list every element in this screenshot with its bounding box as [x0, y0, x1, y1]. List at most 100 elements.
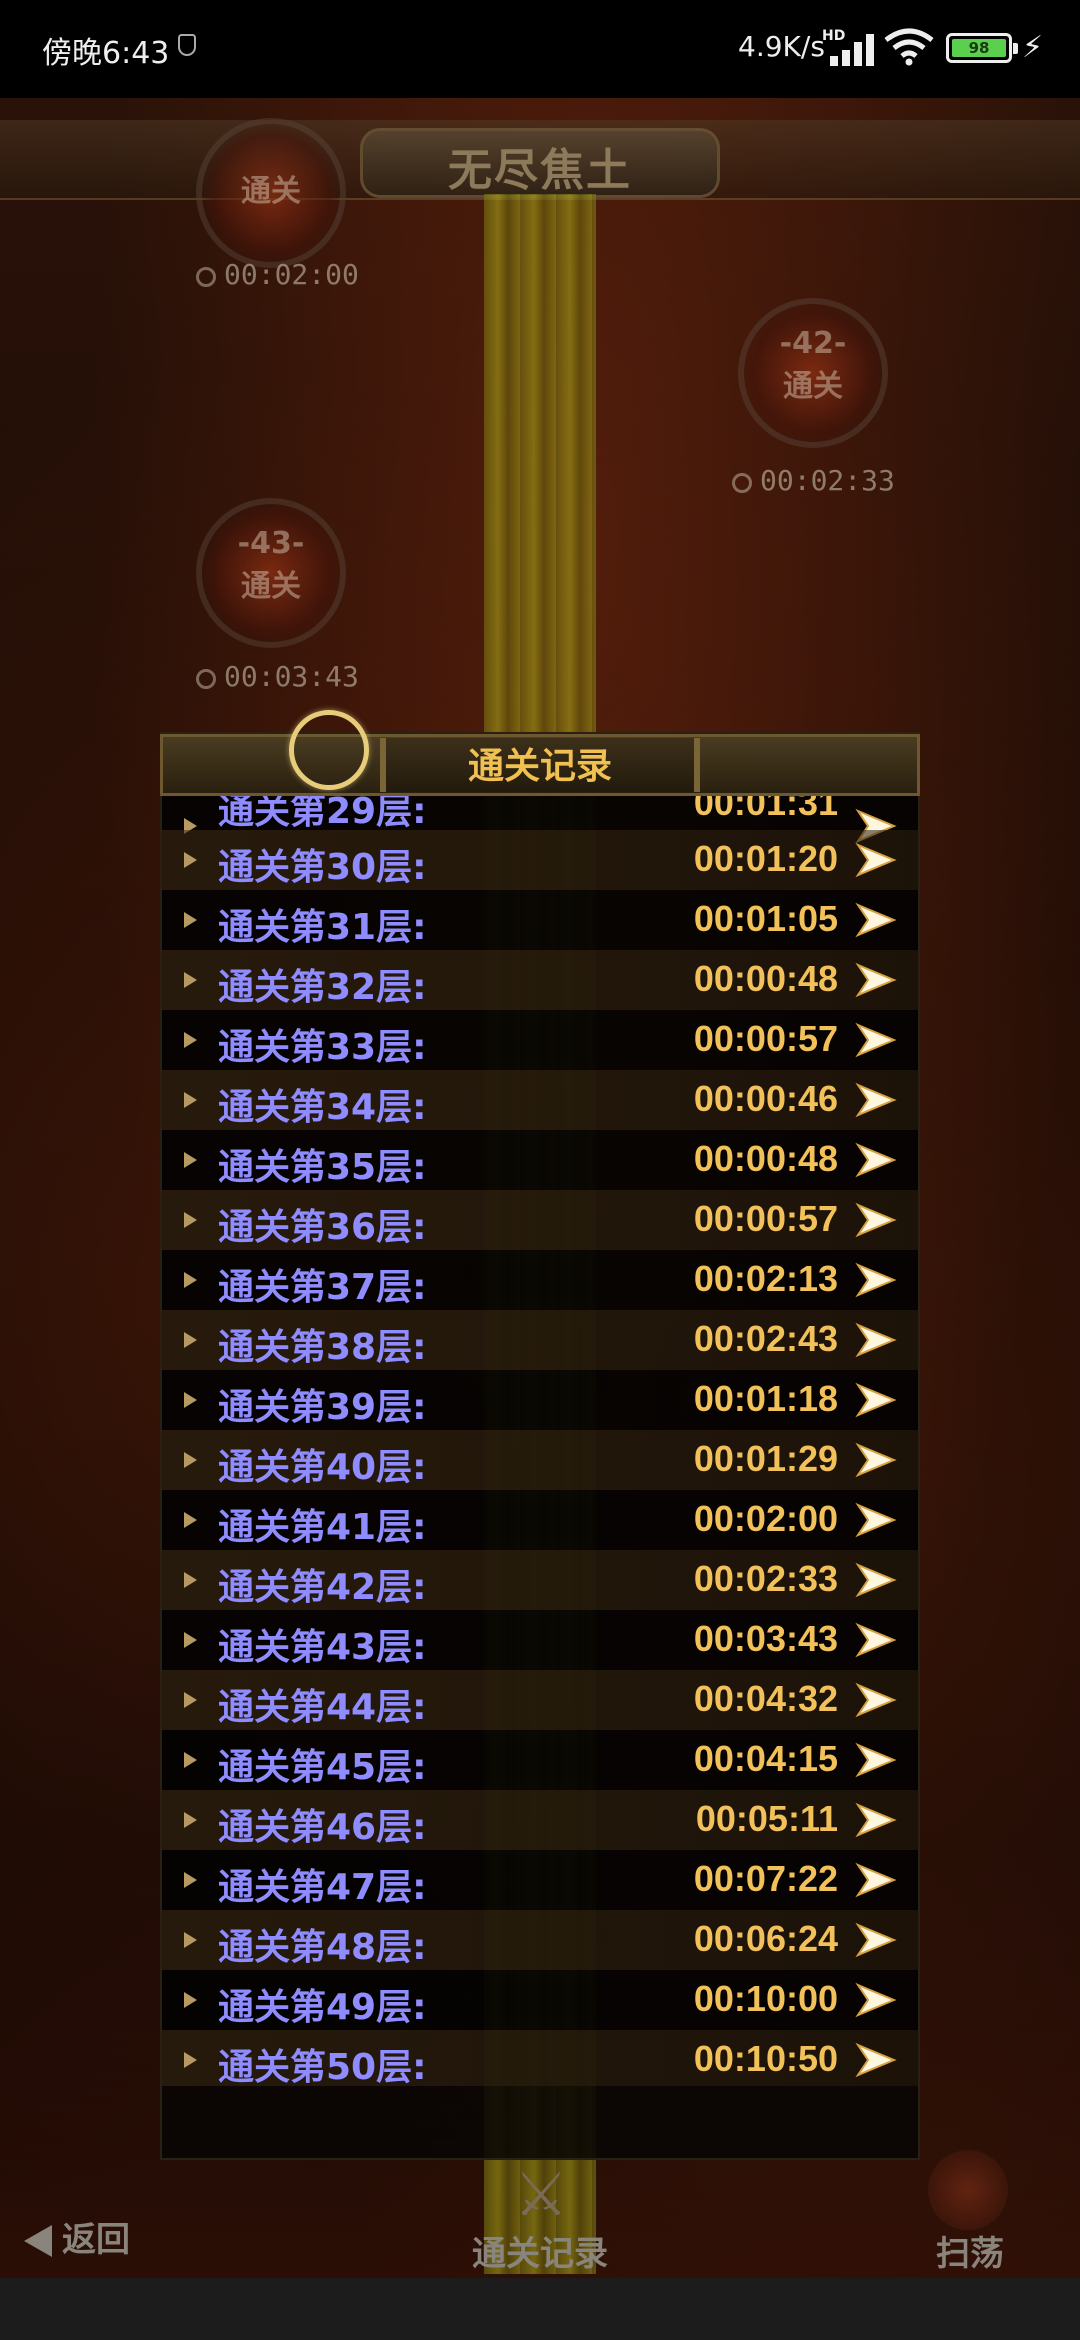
- bullet-icon: [184, 852, 197, 868]
- clear-time: 00:02:00: [693, 1498, 838, 1539]
- record-row[interactable]: 通关第48层: 00:06:24: [162, 1910, 918, 1970]
- go-arrow-icon[interactable]: [854, 1621, 898, 1659]
- record-row[interactable]: 通关第36层: 00:00:57: [162, 1190, 918, 1250]
- bullet-icon: [184, 1932, 197, 1948]
- floor-label: 通关第37层:: [218, 1267, 427, 1308]
- go-arrow-icon[interactable]: [854, 1261, 898, 1299]
- record-row[interactable]: 通关第44层: 00:04:32: [162, 1670, 918, 1730]
- go-arrow-icon[interactable]: [854, 1861, 898, 1899]
- seal-timer: 00:02:33: [732, 464, 895, 504]
- dungeon-title: 无尽焦土: [448, 145, 632, 196]
- record-row[interactable]: 通关第38层: 00:02:43: [162, 1310, 918, 1370]
- floor-label: 通关第38层:: [218, 1327, 427, 1368]
- back-button[interactable]: 返回: [24, 2212, 130, 2266]
- floor-label: 通关第32层:: [218, 967, 427, 1008]
- record-row[interactable]: 通关第31层: 00:01:05: [162, 890, 918, 950]
- go-arrow-icon[interactable]: [854, 1741, 898, 1779]
- battery-level: 98: [952, 39, 1006, 57]
- floor-label: 通关第41层:: [218, 1507, 427, 1548]
- floor-label: 通关第39层:: [218, 1387, 427, 1428]
- clear-time: 00:04:32: [693, 1678, 838, 1719]
- bullet-icon: [184, 1512, 197, 1528]
- records-list[interactable]: 通关第29层: 00:01:31 通关第30层: 00:01:20 通关第31层: 00:…: [162, 796, 918, 2086]
- record-row[interactable]: 通关第29层: 00:01:31: [162, 796, 918, 844]
- signal-icon: [822, 30, 876, 66]
- clear-time: 00:01:20: [693, 838, 838, 879]
- bullet-icon: [184, 1212, 197, 1228]
- seal-label: 通关: [241, 174, 301, 209]
- go-arrow-icon[interactable]: [854, 1141, 898, 1179]
- bullet-icon: [184, 1992, 197, 2008]
- sweep-button[interactable]: 扫荡: [900, 2150, 1040, 2274]
- go-arrow-icon[interactable]: [854, 1201, 898, 1239]
- floor-label: 通关第33层:: [218, 1027, 427, 1068]
- shield-icon: [178, 34, 196, 56]
- status-bar: 傍晚6:43 4.9K/s HD 98 ⚡: [0, 0, 1080, 98]
- record-row[interactable]: 通关第45层: 00:04:15: [162, 1730, 918, 1790]
- bullet-icon: [184, 1692, 197, 1708]
- floor-label: 通关第42层:: [218, 1567, 427, 1608]
- record-row[interactable]: 通关第39层: 00:01:18: [162, 1370, 918, 1430]
- go-arrow-icon[interactable]: [854, 841, 898, 879]
- record-row[interactable]: 通关第43层: 00:03:43: [162, 1610, 918, 1670]
- record-row[interactable]: 通关第41层: 00:02:00: [162, 1490, 918, 1550]
- go-arrow-icon[interactable]: [854, 1981, 898, 2019]
- floor-label: 通关第50层:: [218, 2047, 427, 2086]
- record-row[interactable]: 通关第42层: 00:02:33: [162, 1550, 918, 1610]
- floor-label: 通关第48层:: [218, 1927, 427, 1968]
- go-arrow-icon[interactable]: [854, 1081, 898, 1119]
- record-row[interactable]: 通关第34层: 00:00:46: [162, 1070, 918, 1130]
- go-arrow-icon[interactable]: [854, 2041, 898, 2079]
- go-arrow-icon[interactable]: [854, 901, 898, 939]
- seal-timer: 00:03:43: [196, 660, 359, 700]
- bullet-icon: [184, 2052, 197, 2068]
- panel-title: 通关记录: [467, 746, 612, 787]
- go-arrow-icon[interactable]: [854, 1381, 898, 1419]
- bullet-icon: [184, 972, 197, 988]
- bullet-icon: [184, 1152, 197, 1168]
- go-arrow-icon[interactable]: [854, 1021, 898, 1059]
- clear-time: 00:00:57: [693, 1198, 838, 1239]
- go-arrow-icon[interactable]: [854, 1681, 898, 1719]
- go-arrow-icon[interactable]: [854, 1801, 898, 1839]
- record-row[interactable]: 通关第35层: 00:00:48: [162, 1130, 918, 1190]
- clear-time: 00:05:11: [695, 1798, 838, 1839]
- records-tab-label: 通关记录: [472, 2234, 608, 2274]
- go-arrow-icon[interactable]: [854, 1441, 898, 1479]
- record-row[interactable]: 通关第46层: 00:05:11: [162, 1790, 918, 1850]
- record-row[interactable]: 通关第47层: 00:07:22: [162, 1850, 918, 1910]
- clock-icon: [732, 473, 752, 493]
- go-arrow-icon[interactable]: [854, 1501, 898, 1539]
- bullet-icon: [184, 1812, 197, 1828]
- records-tab-button[interactable]: ⚔ 通关记录: [440, 2150, 640, 2274]
- bullet-icon: [184, 1332, 197, 1348]
- battery-icon: 98: [946, 33, 1018, 63]
- record-row[interactable]: 通关第33层: 00:00:57: [162, 1010, 918, 1070]
- bullet-icon: [184, 1752, 197, 1768]
- clear-time: 00:07:22: [693, 1858, 838, 1899]
- status-time: 傍晚6:43: [42, 36, 170, 71]
- sweep-label: 扫荡: [936, 2234, 1004, 2274]
- clock-icon: [196, 267, 216, 287]
- floor-label: 通关第30层:: [218, 847, 427, 888]
- seal-timer-value: 00:03:43: [224, 660, 359, 693]
- clear-time: 00:01:05: [693, 898, 838, 939]
- go-arrow-icon[interactable]: [854, 1561, 898, 1599]
- seal-timer: 00:02:00: [196, 258, 359, 298]
- clear-time: 00:10:00: [693, 1978, 838, 2019]
- record-row[interactable]: 通关第49层: 00:10:00: [162, 1970, 918, 2030]
- go-arrow-icon[interactable]: [854, 1321, 898, 1359]
- record-row[interactable]: 通关第50层: 00:10:50: [162, 2030, 918, 2086]
- back-arrow-icon: [24, 2225, 52, 2257]
- bullet-icon: [184, 1092, 197, 1108]
- charging-icon: ⚡: [1022, 30, 1044, 65]
- record-row[interactable]: 通关第30层: 00:01:20: [162, 830, 918, 890]
- record-row[interactable]: 通关第40层: 00:01:29: [162, 1430, 918, 1490]
- seal-label: -43- 通关: [237, 526, 305, 604]
- go-arrow-icon[interactable]: [854, 961, 898, 999]
- record-row[interactable]: 通关第37层: 00:02:13: [162, 1250, 918, 1310]
- bullet-icon: [184, 1572, 197, 1588]
- record-row[interactable]: 通关第32层: 00:00:48: [162, 950, 918, 1010]
- floor-label: 通关第29层:: [218, 796, 427, 832]
- go-arrow-icon[interactable]: [854, 1921, 898, 1959]
